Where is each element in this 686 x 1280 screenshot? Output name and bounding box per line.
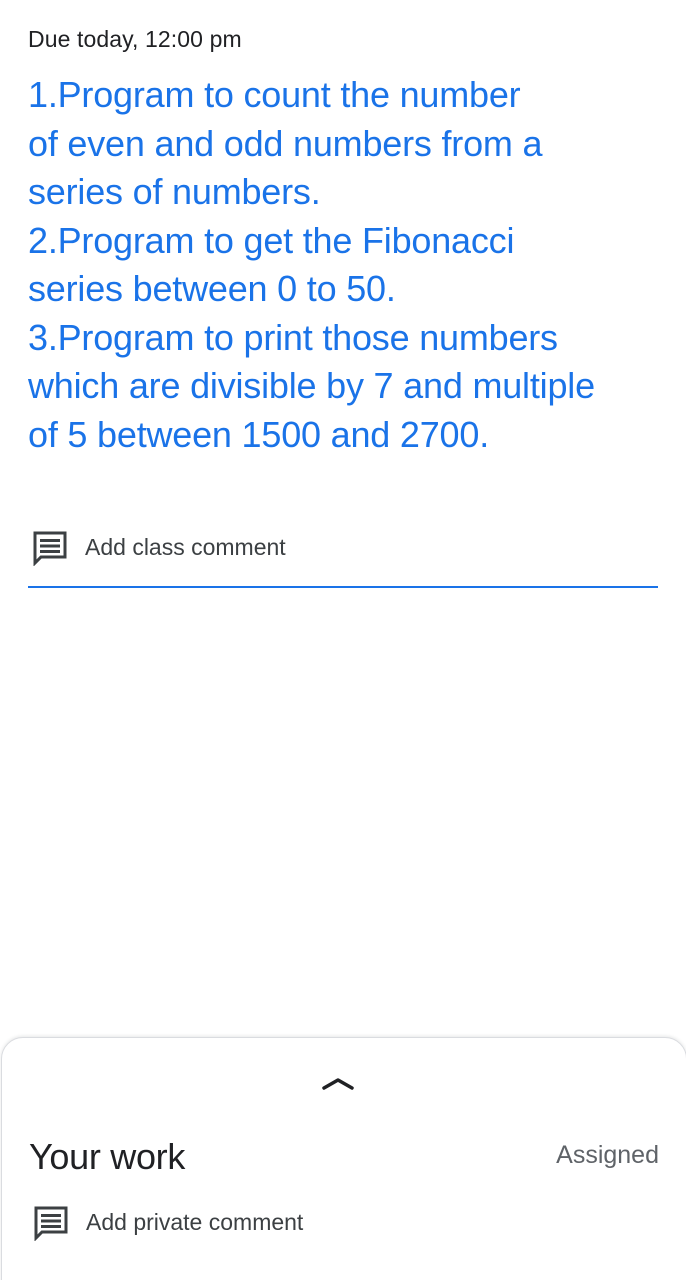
add-class-comment-label: Add class comment — [85, 534, 286, 560]
instruction-line: 1.Program to count the number — [28, 74, 521, 115]
instruction-line: 3.Program to print those numbers — [28, 316, 558, 358]
your-work-sheet: Your work Assigned Add private comment — [1, 1037, 686, 1280]
instruction-line: which are divisible by 7 and multiple — [28, 365, 595, 406]
chevron-up-icon[interactable] — [320, 1074, 356, 1094]
comment-icon — [34, 1206, 68, 1241]
assignment-instructions: 1.Program to count the number of even an… — [28, 71, 668, 459]
due-date: Due today, 12:00 pm — [28, 26, 242, 52]
add-class-comment-button[interactable]: Add class comment — [28, 522, 658, 590]
instruction-line: of 5 between 1500 and 2700. — [28, 413, 490, 455]
add-private-comment-label: Add private comment — [86, 1209, 304, 1235]
instruction-line: of even and odd numbers from a — [28, 122, 543, 164]
instruction-line: series between 0 to 50. — [28, 268, 396, 309]
comment-icon — [33, 531, 67, 566]
assignment-page: Due today, 12:00 pm 1.Program to count t… — [0, 0, 686, 1280]
add-private-comment-button[interactable]: Add private comment — [29, 1198, 429, 1248]
class-comment-underline — [28, 586, 658, 588]
your-work-title: Your work — [29, 1136, 186, 1177]
instruction-line: series of numbers. — [28, 171, 321, 212]
status-badge: Assigned — [556, 1141, 659, 1169]
instruction-line: 2.Program to get the Fibonacci — [28, 219, 515, 261]
